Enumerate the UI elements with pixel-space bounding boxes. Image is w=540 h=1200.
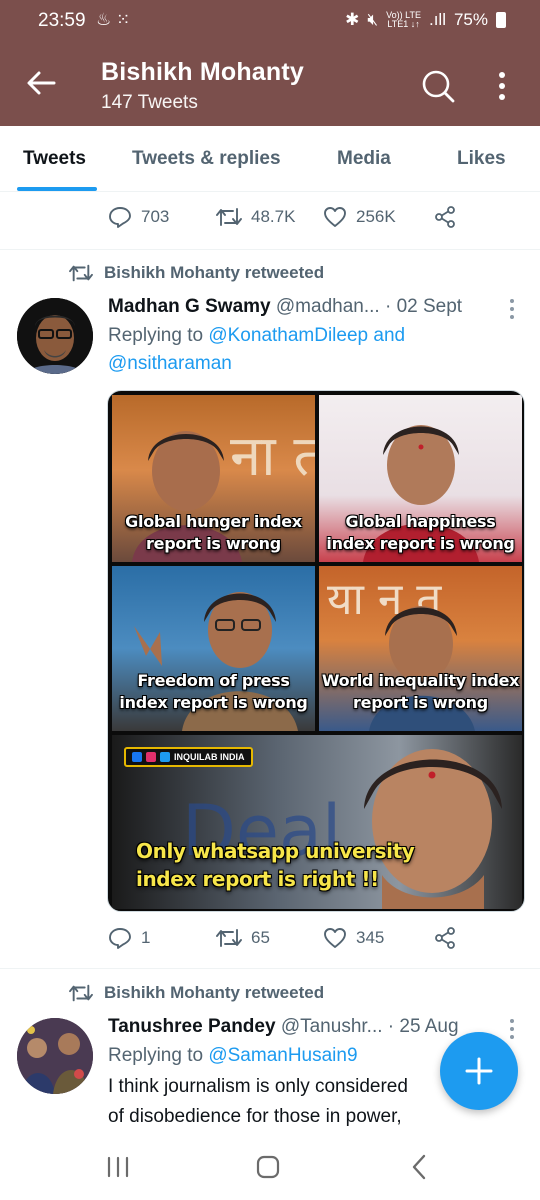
facebook-icon [132, 752, 142, 762]
share-icon [435, 927, 455, 949]
status-bar: 23:59 ♨ ⁙ ✱ 🔇︎ Vo)) LTE LTE1 ↓↑ .ıll 75% [0, 0, 540, 44]
search-icon[interactable] [420, 68, 456, 104]
tab-likes[interactable]: Likes [457, 148, 506, 170]
bluetooth-icon: ✱ [345, 10, 360, 29]
share-icon [435, 206, 455, 228]
page-title: Bishikh Mohanty [101, 58, 305, 86]
status-right-icons: ✱ 🔇︎ Vo)) LTE LTE1 ↓↑ .ıll 75% [345, 10, 506, 30]
recent-apps-icon[interactable] [103, 1152, 133, 1182]
retweet-button[interactable]: 48.7K [216, 205, 295, 229]
divider [0, 968, 540, 969]
back-arrow-icon[interactable] [24, 66, 58, 100]
twitter-icon [160, 752, 170, 762]
retweet-label: Bishikh Mohanty retweeted [68, 982, 324, 1004]
meme-caption: Freedom of press index report is wrong [119, 671, 308, 712]
cleaner-icon: ♨ [96, 10, 112, 29]
tweet-actions: 1 65 345 [108, 926, 488, 956]
battery-level: 75% [453, 10, 488, 29]
reply-icon [109, 928, 131, 949]
instagram-icon [146, 752, 156, 762]
system-nav-bar [0, 1130, 540, 1200]
mute-icon: 🔇︎ [367, 10, 379, 29]
like-button[interactable]: 256K [323, 205, 396, 229]
meme-caption: Global happiness index report is wrong [326, 512, 515, 553]
tweet-actions: 703 48.7K 256K [108, 205, 488, 235]
avatar[interactable] [17, 298, 93, 374]
meme-caption: Global hunger index report is wrong [125, 512, 302, 553]
active-tab-indicator [17, 187, 97, 191]
divider [0, 249, 540, 250]
grid-dots-icon: ⁙ [115, 10, 131, 29]
watermark: INQUILAB INDIA [124, 747, 253, 767]
avatar-image [17, 1018, 93, 1094]
retweet-icon [216, 208, 242, 226]
meme-panel: या न त World inequality index report is … [319, 566, 522, 731]
tweet-more-icon[interactable] [508, 1018, 516, 1040]
tweet-text: I think journalism is only considered of… [108, 1076, 408, 1127]
author-name[interactable]: Tanushree Pandey [108, 1016, 276, 1037]
share-button[interactable] [433, 926, 457, 950]
tweet-meta: Tanushree Pandey @Tanushr... · 25 Aug [108, 1016, 459, 1037]
like-button[interactable]: 345 [323, 926, 384, 950]
tab-media[interactable]: Media [337, 148, 391, 170]
retweet-icon [69, 264, 93, 282]
replying-to: Replying to @KonathamDileep and @nsithar… [108, 325, 406, 374]
retweet-icon [216, 929, 242, 947]
retweet-icon [69, 984, 93, 1002]
heart-icon [324, 928, 346, 948]
avatar-image [17, 298, 93, 374]
network-type: Vo)) LTE LTE1 ↓↑ [386, 10, 421, 29]
meme-panel: ना त Global hunger index report is wrong [112, 395, 315, 562]
author-name[interactable]: Madhan G Swamy [108, 296, 271, 317]
profile-header: 23:59 ♨ ⁙ ✱ 🔇︎ Vo)) LTE LTE1 ↓↑ .ıll 75%… [0, 0, 540, 126]
meme-panel: Freedom of press index report is wrong [112, 566, 315, 731]
tweet-more-icon[interactable] [508, 298, 516, 320]
compose-tweet-button[interactable] [440, 1032, 518, 1110]
author-handle[interactable]: @Tanushr... [281, 1016, 383, 1037]
tweet-date: 02 Sept [396, 296, 463, 317]
reply-button[interactable]: 703 [108, 205, 169, 229]
battery-icon [496, 12, 506, 28]
home-icon[interactable] [253, 1152, 283, 1182]
status-left-icons: ♨ ⁙ [96, 10, 130, 30]
back-icon[interactable] [405, 1152, 435, 1182]
meme-caption: Only whatsapp university index report is… [136, 839, 415, 891]
reply-icon [109, 207, 131, 228]
mention-link[interactable]: @nsitharaman [108, 353, 232, 374]
avatar[interactable] [17, 1018, 93, 1094]
retweet-button[interactable]: 65 [216, 926, 270, 950]
tweet-date: 25 Aug [399, 1016, 459, 1037]
share-button[interactable] [433, 205, 457, 229]
plus-icon [465, 1057, 493, 1085]
meme-panel: Deal INQUILAB INDIA Only whatsapp univer… [112, 735, 522, 909]
signal-icon: .ıll [428, 10, 446, 29]
heart-icon [324, 207, 346, 227]
retweet-label: Bishikh Mohanty retweeted [68, 262, 324, 284]
profile-tabs: Tweets Tweets & replies Media Likes [0, 126, 540, 192]
tweet-meta: Madhan G Swamy @madhan... · 02 Sept [108, 296, 463, 317]
reply-button[interactable]: 1 [108, 926, 150, 950]
meme-panel: Global happiness index report is wrong [319, 395, 522, 562]
author-handle[interactable]: @madhan... [276, 296, 380, 317]
more-options-icon[interactable] [490, 68, 514, 104]
tweet-media[interactable]: ना त Global hunger index report is wrong… [107, 390, 525, 912]
mention-link[interactable]: @KonathamDileep [208, 325, 368, 346]
svg-text:ना त: ना त [230, 424, 315, 489]
tab-tweets[interactable]: Tweets [23, 148, 86, 170]
status-time: 23:59 [38, 10, 86, 31]
meme-caption: World inequality index report is wrong [321, 671, 520, 712]
tweet-count: 147 Tweets [101, 92, 198, 113]
mention-link[interactable]: @SamanHusain9 [208, 1045, 357, 1066]
tab-tweets-replies[interactable]: Tweets & replies [132, 148, 281, 170]
